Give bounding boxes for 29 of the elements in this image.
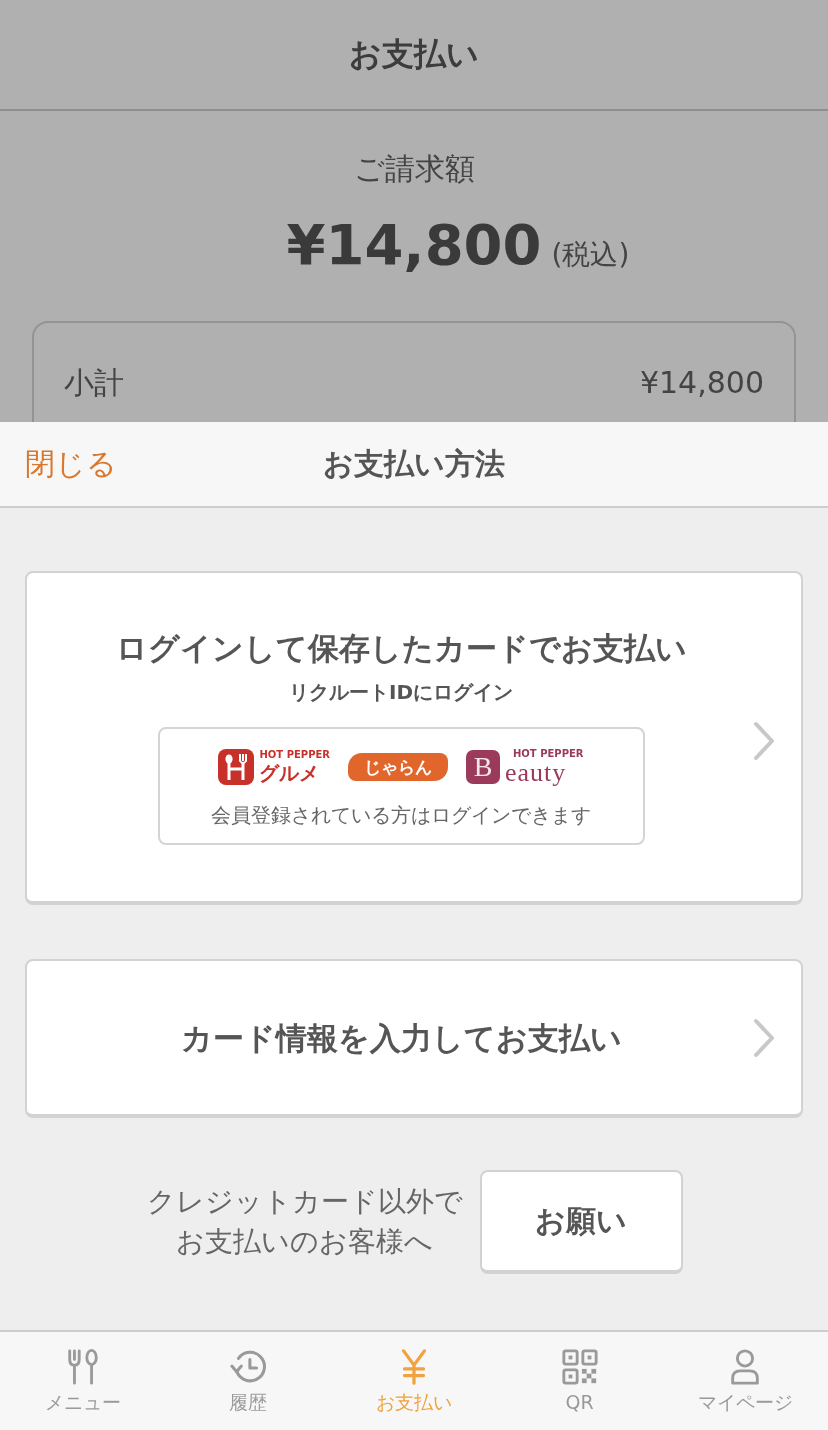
billing-amount: ¥14,800 <box>286 211 542 279</box>
close-button[interactable]: 閉じる <box>25 444 117 484</box>
tab-item[interactable]: マイページ <box>662 1332 828 1430</box>
summary-value: ¥14,800 <box>639 364 764 402</box>
chevron-right-icon <box>753 1017 775 1058</box>
tab-item[interactable]: 履歴 <box>165 1332 332 1430</box>
sheet-title: お支払い方法 <box>323 444 505 483</box>
logo-caption: HOT PEPPER <box>259 749 330 761</box>
tax-note: (税込) <box>551 237 630 273</box>
page-title: お支払い <box>349 33 479 75</box>
request-button[interactable]: お願い <box>479 1170 683 1274</box>
option-subtitle: リクルートIDにログイン <box>288 679 513 706</box>
other-payment-text: クレジットカード以外でお支払いのお客様へ <box>145 1184 464 1260</box>
tab-item[interactable]: QR <box>496 1332 663 1430</box>
logo-wordmark: eauty <box>505 760 567 786</box>
logo-caption: HOT PEPPER <box>513 748 584 760</box>
summary-label: 小計 <box>64 364 124 402</box>
tab-item[interactable]: メニュー <box>0 1332 166 1430</box>
jalan-logo: じゃらん <box>348 753 448 781</box>
option-title: ログインして保存したカードでお支払い <box>115 629 687 668</box>
tab-item[interactable]: お支払い <box>331 1332 497 1430</box>
spoon-fork-tile-icon <box>218 749 255 785</box>
chevron-right-icon <box>753 721 775 761</box>
logo-wordmark: グルメ <box>259 761 320 785</box>
login-note: 会員登録されている方はログインできます <box>211 802 591 829</box>
qr-code-icon <box>560 1348 599 1386</box>
logo-tile: B <box>466 750 500 784</box>
card-entry-option[interactable]: カード情報を入力してお支払い <box>25 959 803 1118</box>
billing-label: ご請求額 <box>353 150 475 188</box>
